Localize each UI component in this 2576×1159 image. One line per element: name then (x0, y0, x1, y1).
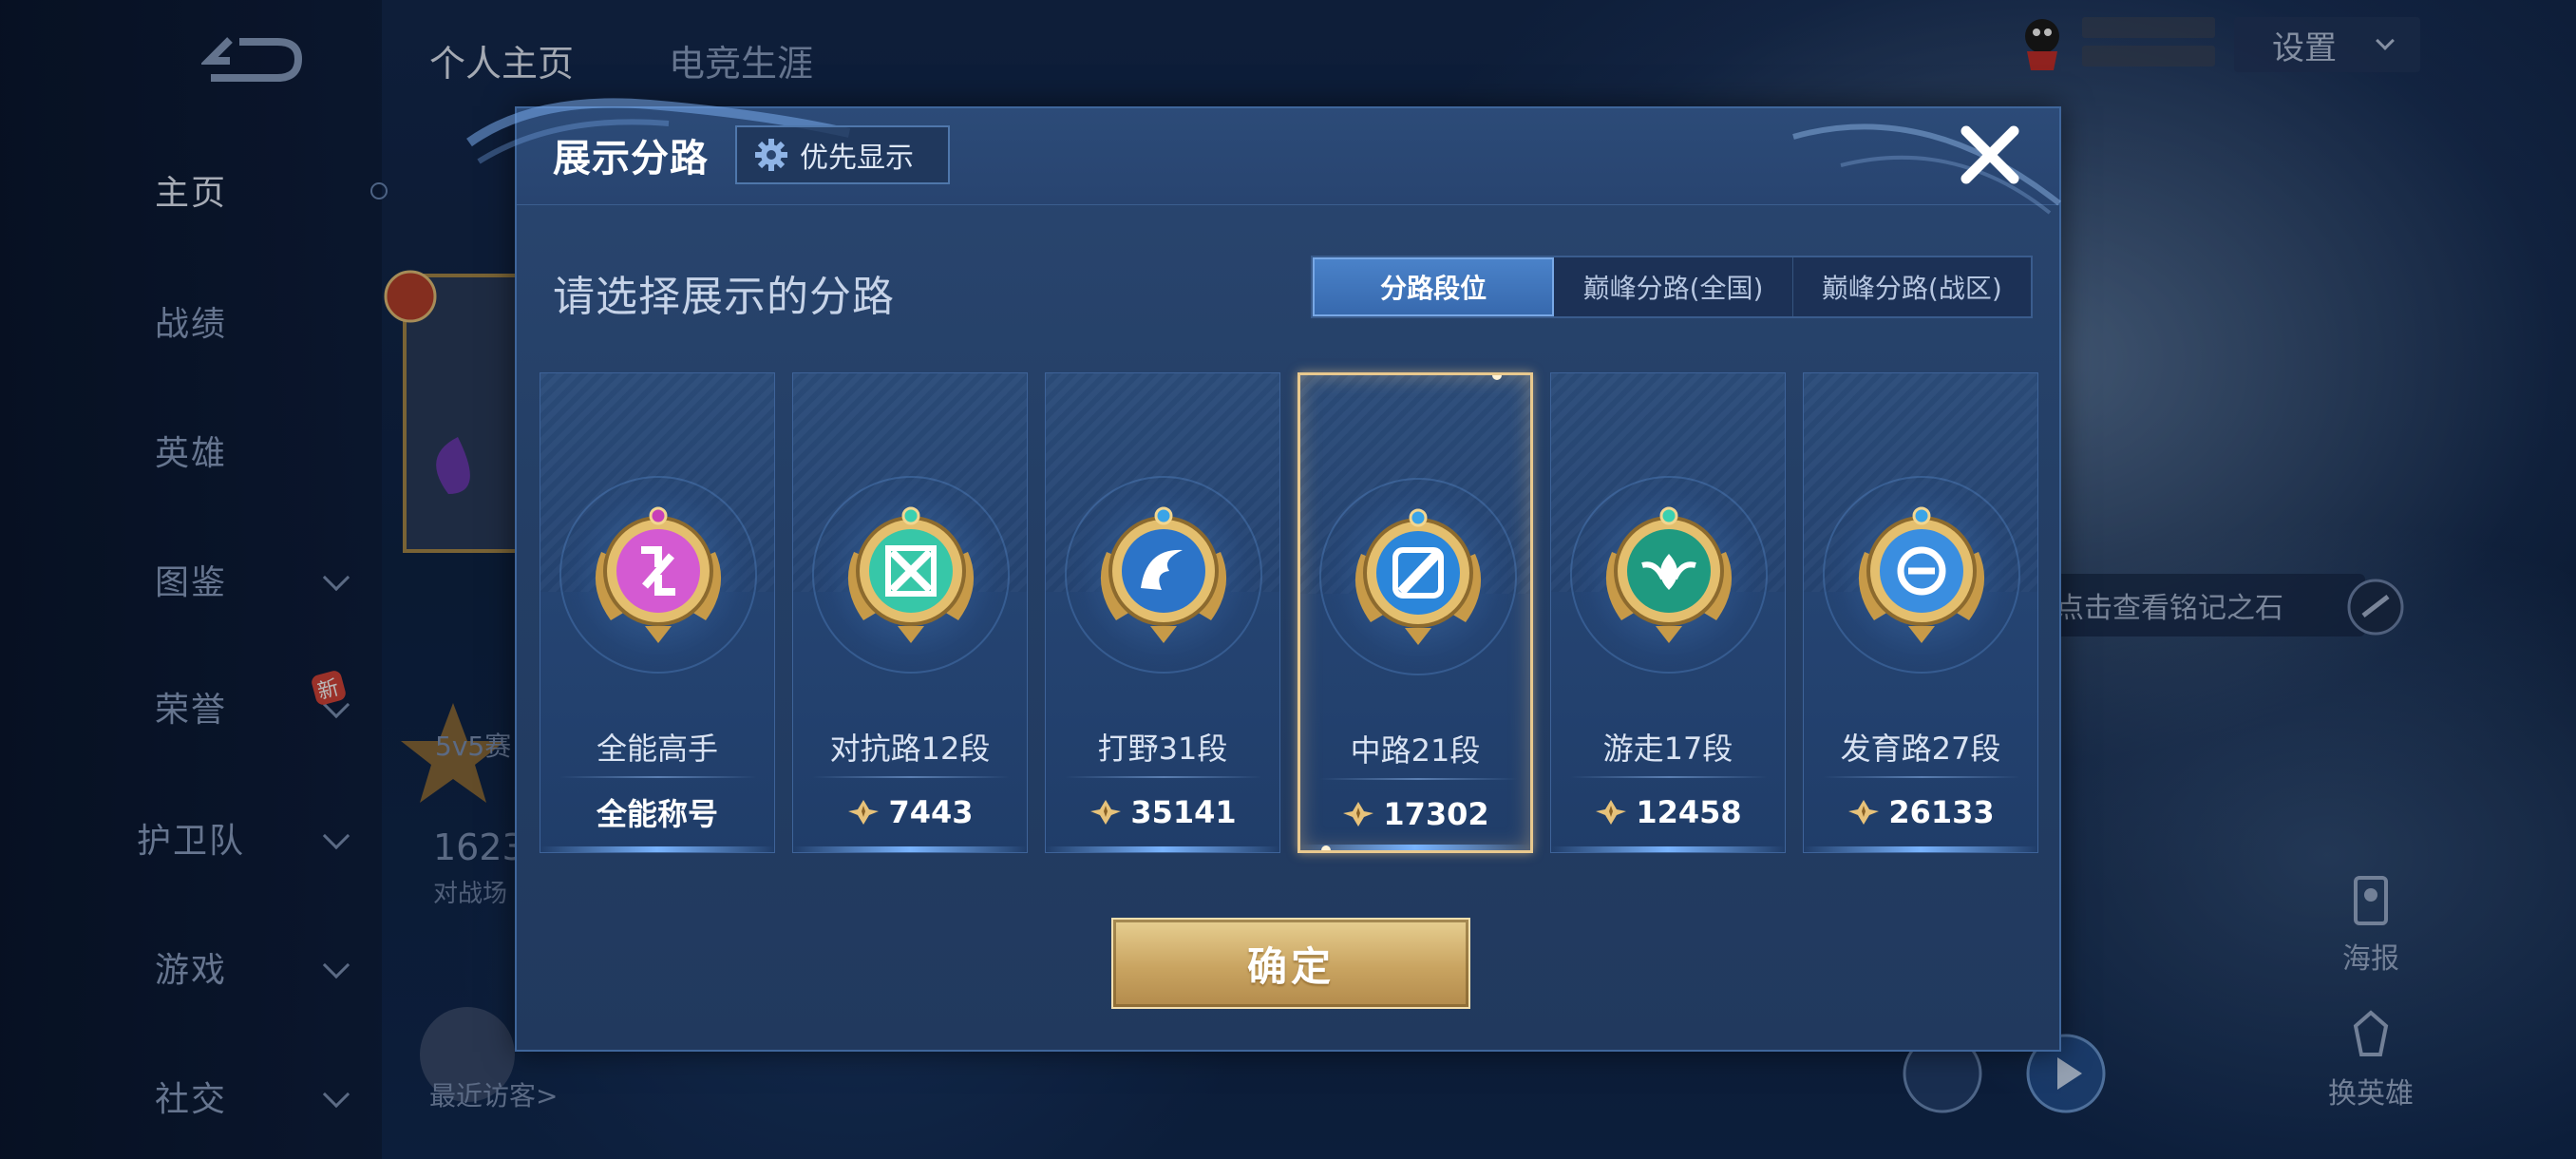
selection-corner-dot (1492, 375, 1502, 380)
combat-power-icon (1090, 800, 1122, 825)
confirm-button[interactable]: 确定 (1111, 918, 1470, 1009)
lane-score: 17302 (1300, 793, 1530, 835)
tab-peak-region[interactable]: 巅峰分路(战区) (1793, 257, 2031, 316)
lane-card-farm-lane[interactable]: 发育路27段 26133 (1803, 372, 2038, 853)
card-bottom-glow (793, 846, 1027, 852)
tab-lane-rank[interactable]: 分路段位 (1313, 257, 1555, 316)
selection-corner-dot (1321, 846, 1331, 850)
lane-score-value: 7443 (888, 794, 974, 830)
combat-power-icon (848, 800, 880, 825)
roam-emblem-icon (1605, 506, 1733, 643)
lane-name: 发育路27段 (1840, 731, 2001, 767)
card-divider (1319, 778, 1517, 780)
lane-score-value: 26133 (1888, 794, 1995, 830)
card-bottom-glow (540, 846, 774, 852)
clash-lane-emblem-icon (847, 506, 975, 643)
header-swirl-decoration-right (1792, 124, 2061, 215)
lane-name: 中路21段 (1350, 732, 1481, 769)
lane-score-value: 全能称号 (596, 796, 718, 832)
lane-card-jungle[interactable]: 打野31段 35141 (1045, 372, 1280, 853)
lane-score-value: 12458 (1636, 794, 1742, 830)
lane-card-clash-lane[interactable]: 对抗路12段 7443 (792, 372, 1028, 853)
priority-display-button[interactable]: 优先显示 (735, 125, 950, 184)
jungle-emblem-icon (1100, 506, 1227, 643)
lane-display-dialog: 展示分路 优先显示 请选择展示的分路 分路段位 巅峰分路(全国) 巅峰分路(战区… (466, 98, 2061, 1052)
lane-card-allround[interactable]: 全能高手 全能称号 (540, 372, 775, 853)
lane-score: 全能称号 (540, 791, 774, 833)
lane-name: 全能高手 (596, 731, 718, 767)
gear-icon (755, 139, 787, 171)
farm-lane-emblem-icon (1858, 506, 1985, 643)
lane-cards: 全能高手 全能称号 对抗路12段 7443 打野31段 35141 中路21段 17302 游走… (540, 372, 2040, 853)
card-bottom-glow (1046, 846, 1279, 852)
priority-display-label: 优先显示 (800, 142, 914, 175)
lane-name: 打野31段 (1097, 731, 1228, 767)
combat-power-icon (1848, 800, 1880, 825)
card-divider (559, 776, 757, 778)
lane-name: 游走17段 (1602, 731, 1733, 767)
card-divider (1823, 776, 2020, 778)
lane-name: 对抗路12段 (829, 731, 991, 767)
lane-score: 35141 (1046, 791, 1279, 833)
combat-power-icon (1343, 802, 1374, 826)
lane-card-roam[interactable]: 游走17段 12458 (1550, 372, 1786, 853)
lane-score: 26133 (1804, 791, 2037, 833)
tab-peak-national[interactable]: 巅峰分路(全国) (1554, 257, 1793, 316)
card-divider (1570, 776, 1768, 778)
mid-lane-emblem-icon (1354, 508, 1482, 645)
combat-power-icon (1596, 800, 1627, 825)
lane-score: 12458 (1551, 791, 1785, 833)
dialog-subtitle: 请选择展示的分路 (553, 273, 895, 321)
lane-score-value: 17302 (1383, 796, 1489, 832)
lane-score: 7443 (793, 791, 1027, 833)
card-bottom-glow (1804, 846, 2037, 852)
ranking-type-tabs: 分路段位 巅峰分路(全国) 巅峰分路(战区) (1311, 256, 2033, 318)
lane-card-mid-lane[interactable]: 中路21段 17302 (1297, 372, 1533, 853)
card-divider (812, 776, 1010, 778)
card-bottom-glow (1551, 846, 1785, 852)
close-icon[interactable] (1957, 122, 2023, 188)
lane-score-value: 35141 (1130, 794, 1237, 830)
dialog-title: 展示分路 (553, 137, 709, 180)
card-bottom-glow (1300, 845, 1530, 850)
allround-emblem-icon (595, 506, 722, 643)
card-divider (1065, 776, 1262, 778)
